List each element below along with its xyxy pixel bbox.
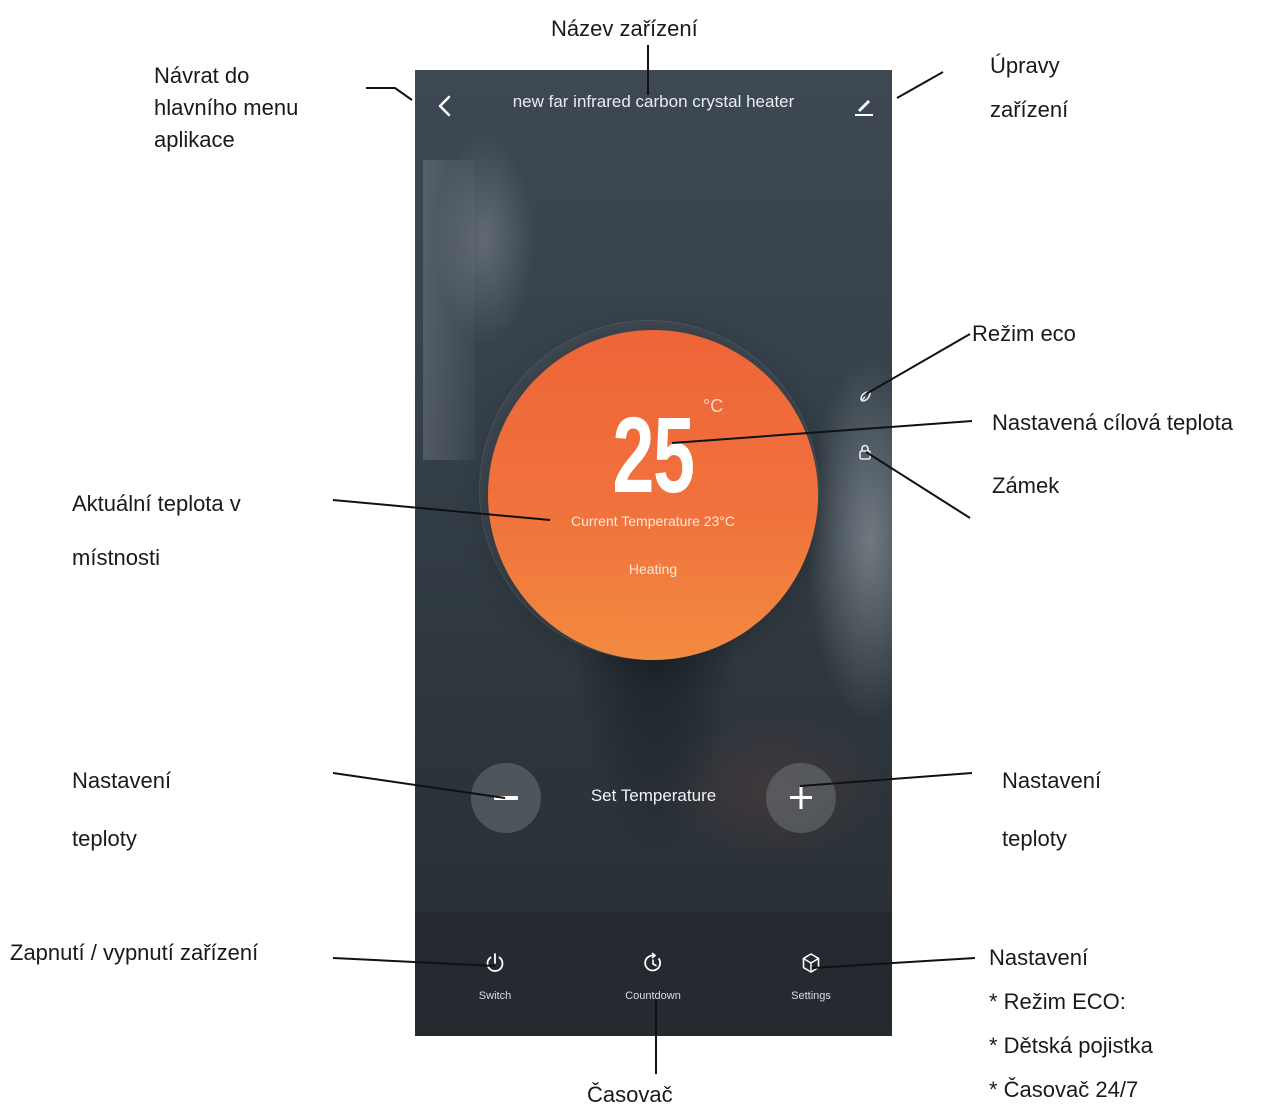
background-decoration [423, 160, 475, 460]
annotation-target-temp: Nastavená cílová teplota [992, 410, 1233, 435]
status-text: Heating [628, 561, 678, 577]
settings-label: Settings [791, 990, 831, 1002]
annotation-current-temp-line: Aktuální teplota v [72, 491, 241, 516]
annotation-set-temp-right-line: Nastavení [1002, 768, 1102, 793]
annotation-settings-line: * Časovač 24/7 [989, 1077, 1139, 1102]
lock-button[interactable] [853, 440, 877, 464]
countdown-label: Countdown [625, 990, 681, 1002]
annotation-settings-line: Nastavení [989, 945, 1089, 970]
annotation-back: Návrat do hlavního menu aplikace [154, 60, 298, 156]
countdown-button[interactable]: Countdown [593, 912, 713, 1036]
annotation-back-line: hlavního menu [154, 95, 299, 120]
switch-button[interactable]: Switch [435, 912, 555, 1036]
annotation-back-line: Návrat do [154, 63, 250, 88]
edit-button[interactable] [846, 88, 882, 124]
annotation-set-temp-right: Nastavení teploty [1002, 752, 1101, 868]
annotation-set-temp-right-line: teploty [1002, 826, 1067, 851]
edit-icon [855, 100, 873, 116]
eco-icon [860, 391, 871, 402]
annotation-set-temp-left-line: teploty [72, 826, 137, 851]
annotation-back-line: aplikace [154, 127, 235, 152]
settings-button[interactable]: Settings [751, 912, 871, 1036]
annotation-timer: Časovač [587, 1082, 673, 1107]
annotation-current-temp-line: místnosti [72, 545, 161, 570]
temperature-dial: 25 °C Current Temperature 23°C Heating [488, 330, 818, 660]
annotation-power: Zapnutí / vypnutí zařízení [10, 940, 259, 965]
lock-icon [859, 444, 871, 460]
back-button[interactable] [427, 88, 463, 124]
back-icon [438, 95, 451, 117]
power-icon [486, 953, 504, 972]
increase-temperature-button[interactable] [766, 763, 836, 833]
annotation-edit-line: Úpravy [990, 53, 1060, 78]
annotation-edit-line: zařízení [990, 97, 1069, 122]
eco-button[interactable] [853, 384, 877, 408]
app-screen: new far infrared carbon crystal heater 2… [415, 70, 892, 1036]
top-bar: new far infrared carbon crystal heater [415, 70, 892, 140]
annotation-device-name: Název zařízení [551, 16, 698, 41]
plus-icon [790, 787, 812, 809]
annotation-settings-line: * Režim ECO: [989, 989, 1126, 1014]
annotation-set-temp-left-line: Nastavení [72, 768, 172, 793]
annotation-settings: Nastavení * Režim ECO: * Dětská pojistka… [989, 936, 1153, 1112]
temperature-unit: °C [703, 396, 724, 416]
switch-label: Switch [478, 990, 512, 1002]
current-temperature: Current Temperature 23°C [570, 513, 736, 529]
settings-icon [802, 953, 820, 973]
annotation-set-temp-left: Nastavení teploty [72, 752, 171, 868]
device-title: new far infrared carbon crystal heater [512, 92, 795, 111]
annotation-current-temp: Aktuální teplota v místnosti [72, 477, 241, 585]
target-temperature: 25 [612, 394, 695, 515]
annotation-eco: Režim eco [972, 321, 1076, 346]
countdown-icon [644, 952, 662, 972]
bottom-bar: Switch Countdown Settings [415, 912, 892, 1036]
annotation-lock: Zámek [992, 473, 1060, 498]
annotation-edit: Úpravy zařízení [990, 44, 1068, 132]
annotation-settings-line: * Dětská pojistka [989, 1033, 1153, 1058]
